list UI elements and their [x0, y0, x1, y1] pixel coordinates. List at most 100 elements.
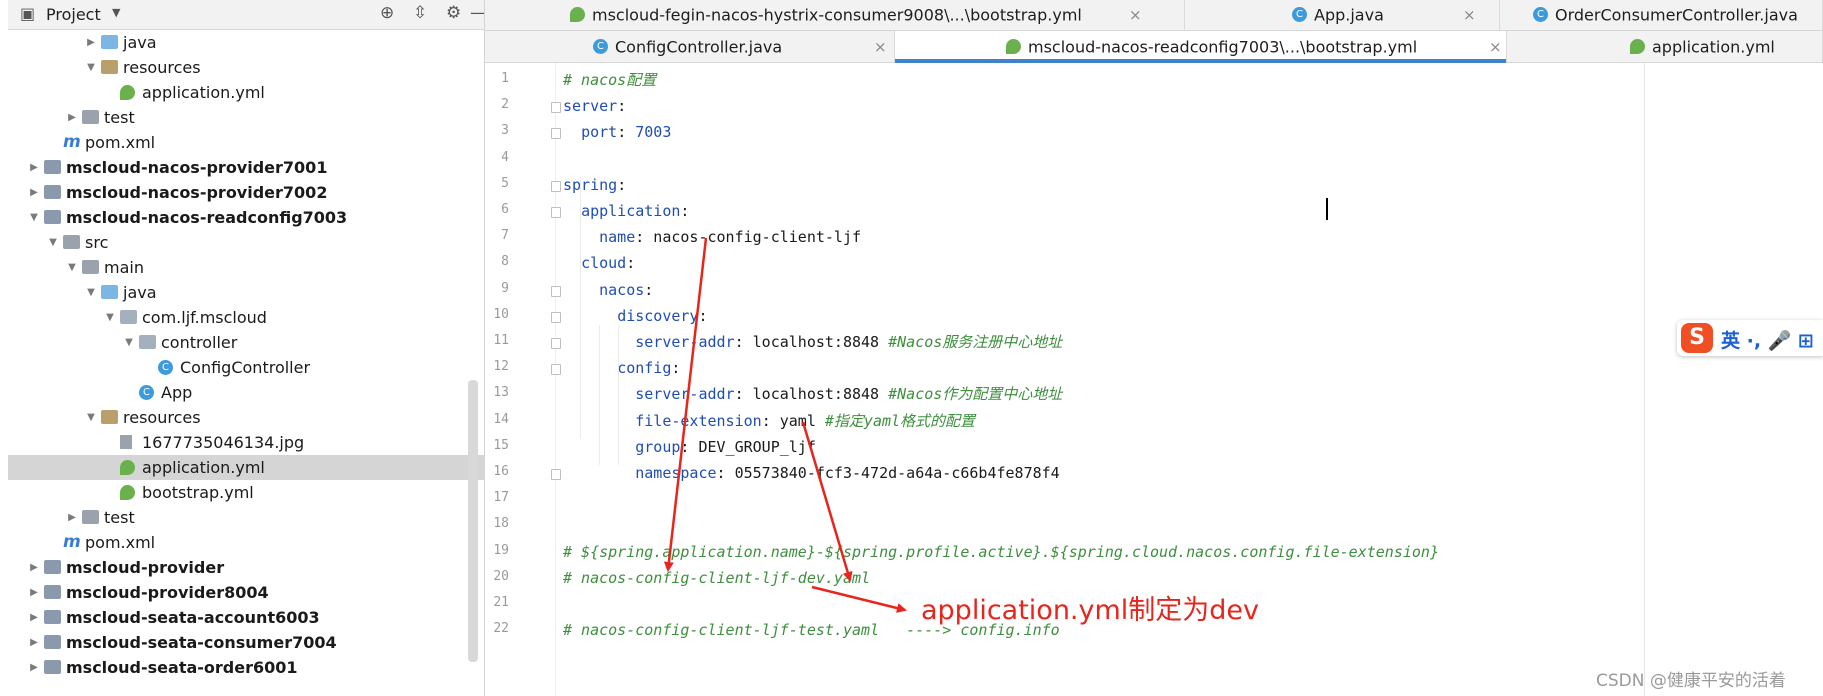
code-line[interactable] — [563, 146, 1823, 172]
tree-item[interactable]: ▼ resources — [8, 405, 484, 430]
project-panel-title[interactable]: Project — [46, 5, 101, 24]
code-line[interactable]: spring: — [563, 172, 1823, 198]
close-icon[interactable]: × — [1463, 6, 1476, 24]
code-line[interactable]: namespace: 05573840-fcf3-472d-a64a-c66b4… — [563, 460, 1823, 486]
tree-item[interactable]: ▼ src — [8, 230, 484, 255]
ime-toolbar[interactable]: S 英 ·, 🎤 ⊞ — [1677, 320, 1823, 356]
code-line[interactable]: server-addr: localhost:8848 #Nacos服务注册中心… — [563, 329, 1823, 355]
folder-blue-icon — [101, 35, 118, 49]
expand-right-arrow-icon[interactable]: ▶ — [28, 180, 40, 205]
expand-right-arrow-icon[interactable]: ▶ — [66, 505, 78, 530]
code-line[interactable]: config: — [563, 355, 1823, 381]
code-line[interactable]: # nacos-config-client-ljf-dev.yaml — [563, 565, 1823, 591]
close-icon[interactable]: × — [1129, 6, 1142, 24]
tree-item[interactable]: ▶ mscloud-seata-account6003 — [8, 605, 484, 630]
tree-item[interactable]: ▶ mscloud-provider — [8, 555, 484, 580]
locate-icon[interactable]: ⊕ — [380, 3, 394, 23]
expand-right-arrow-icon[interactable]: ▶ — [28, 605, 40, 630]
editor-tab[interactable]: C App.java × — [1185, 0, 1500, 30]
expand-right-arrow-icon[interactable]: ▶ — [28, 155, 40, 180]
code-line[interactable]: cloud: — [563, 250, 1823, 276]
code-line[interactable]: # nacos配置 — [563, 67, 1823, 93]
tree-item-label: src — [85, 233, 109, 252]
code-line[interactable] — [563, 512, 1823, 538]
code-line[interactable]: group: DEV_GROUP_ljf — [563, 434, 1823, 460]
expand-right-arrow-icon[interactable]: ▶ — [85, 30, 97, 55]
tree-item[interactable]: ▶ test — [8, 505, 484, 530]
tree-item[interactable]: C ConfigController — [8, 355, 484, 380]
tree-item[interactable]: ▶ mscloud-seata-order6001 — [8, 655, 484, 680]
expand-down-arrow-icon[interactable]: ▼ — [85, 55, 97, 80]
editor-tab[interactable]: C OrderConsumerController.java — [1500, 0, 1823, 30]
tree-item[interactable]: ▶ test — [8, 105, 484, 130]
editor-tab[interactable]: mscloud-fegin-nacos-hystrix-consumer9008… — [485, 0, 1185, 30]
tree-item[interactable]: application.yml — [8, 80, 484, 105]
yaml-key: nacos — [599, 280, 645, 299]
fold-marker-icon[interactable] — [551, 285, 561, 297]
code-line[interactable]: name: nacos-config-client-ljf — [563, 224, 1823, 250]
expand-down-arrow-icon[interactable]: ▼ — [28, 205, 40, 230]
tree-item[interactable]: 1677735046134.jpg — [8, 430, 484, 455]
tree-item-label: mscloud-nacos-provider7002 — [66, 183, 328, 202]
editor-tab-active[interactable]: mscloud-nacos-readconfig7003\...\bootstr… — [895, 31, 1507, 63]
expand-down-arrow-icon[interactable]: ▼ — [47, 230, 59, 255]
fold-marker-icon[interactable] — [551, 364, 561, 376]
expand-right-arrow-icon[interactable]: ▶ — [28, 630, 40, 655]
expand-down-arrow-icon[interactable]: ▼ — [85, 405, 97, 430]
tree-item[interactable]: m pom.xml — [8, 530, 484, 555]
code-line[interactable]: discovery: — [563, 303, 1823, 329]
fold-marker-icon[interactable] — [551, 469, 561, 480]
tree-item[interactable]: ▼ com.ljf.mscloud — [8, 305, 484, 330]
code-line[interactable]: application: — [563, 198, 1823, 224]
fold-marker-icon[interactable] — [551, 102, 561, 114]
tree-item[interactable]: ▼ resources — [8, 55, 484, 80]
tree-item[interactable]: ▶ mscloud-provider8004 — [8, 580, 484, 605]
tree-item[interactable]: ▼ main — [8, 255, 484, 280]
sogou-logo-icon[interactable]: S — [1681, 323, 1713, 353]
tree-item[interactable]: ▶ mscloud-nacos-provider7002 — [8, 180, 484, 205]
chevron-down-icon[interactable]: ▼ — [112, 6, 120, 19]
fold-marker-icon[interactable] — [551, 180, 561, 192]
code-line[interactable]: server: — [563, 93, 1823, 119]
fold-marker-icon[interactable] — [551, 311, 561, 323]
scrollbar-thumb[interactable] — [468, 380, 478, 662]
folder-icon — [82, 510, 99, 524]
code-line[interactable]: file-extension: yaml #指定yaml格式的配置 — [563, 408, 1823, 434]
tree-item[interactable]: ▼ controller — [8, 330, 484, 355]
editor-tab[interactable]: C ConfigController.java × — [485, 31, 895, 62]
close-icon[interactable]: × — [874, 38, 887, 56]
editor-tab[interactable]: application.yml — [1507, 31, 1823, 62]
expand-right-arrow-icon[interactable]: ▶ — [66, 105, 78, 130]
close-icon[interactable]: × — [1489, 38, 1502, 56]
tree-item[interactable]: ▶ java — [8, 30, 484, 55]
tree-item[interactable]: ▼ java — [8, 280, 484, 305]
expand-down-arrow-icon[interactable]: ▼ — [123, 330, 135, 355]
tree-item[interactable]: ▶ mscloud-nacos-provider7001 — [8, 155, 484, 180]
settings-gear-icon[interactable]: ⚙ — [446, 3, 461, 23]
code-line[interactable] — [563, 486, 1823, 512]
fold-marker-icon[interactable] — [551, 338, 561, 349]
code-line[interactable]: server-addr: localhost:8848 #Nacos作为配置中心… — [563, 381, 1823, 407]
expand-right-arrow-icon[interactable]: ▶ — [28, 555, 40, 580]
tree-item[interactable]: application.yml — [8, 455, 484, 480]
expand-right-arrow-icon[interactable]: ▶ — [28, 655, 40, 680]
expand-down-arrow-icon[interactable]: ▼ — [66, 255, 78, 280]
expand-down-arrow-icon[interactable]: ▼ — [85, 280, 97, 305]
expand-right-arrow-icon[interactable]: ▶ — [28, 580, 40, 605]
tree-item[interactable]: C App — [8, 380, 484, 405]
editor-tab-label: mscloud-fegin-nacos-hystrix-consumer9008… — [592, 5, 1082, 25]
ime-toolbar-text[interactable]: 英 ·, 🎤 ⊞ — [1721, 326, 1814, 353]
code-line[interactable]: # ${spring.application.name}-${spring.pr… — [563, 539, 1823, 565]
tree-item[interactable]: bootstrap.yml — [8, 480, 484, 505]
code-text: : — [626, 254, 636, 273]
code-line[interactable]: port: 7003 — [563, 119, 1823, 145]
collapse-all-icon[interactable]: ⇳ — [413, 3, 427, 23]
tree-item[interactable]: ▼ mscloud-nacos-readconfig7003 — [8, 205, 484, 230]
tree-item[interactable]: ▶ mscloud-seata-consumer7004 — [8, 630, 484, 655]
code-line[interactable]: nacos: — [563, 277, 1823, 303]
fold-marker-icon[interactable] — [551, 207, 561, 218]
tree-item[interactable]: m pom.xml — [8, 130, 484, 155]
expand-down-arrow-icon[interactable]: ▼ — [104, 305, 116, 330]
fold-marker-icon[interactable] — [551, 128, 561, 140]
hide-icon[interactable]: — — [470, 3, 484, 23]
